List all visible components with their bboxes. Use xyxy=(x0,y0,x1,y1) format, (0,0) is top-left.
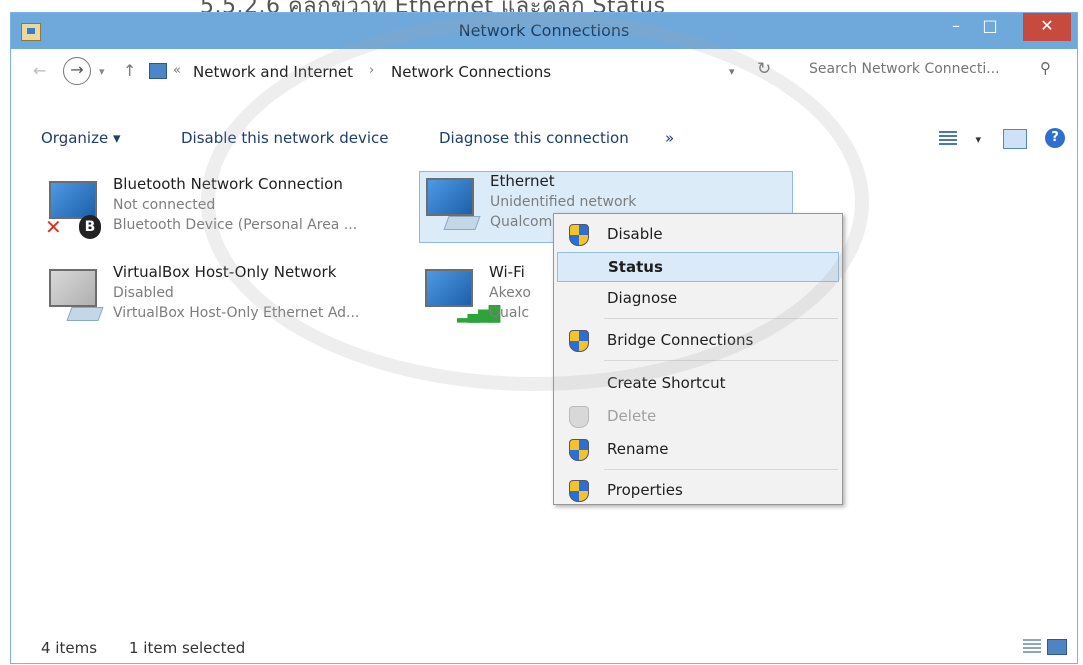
menu-item-label: Diagnose xyxy=(607,289,678,307)
breadcrumb-overflow[interactable]: « xyxy=(173,63,181,78)
diagnose-connection-button[interactable]: Diagnose this connection xyxy=(439,129,629,147)
menu-item-rename[interactable]: Rename xyxy=(557,435,839,465)
network-cable-icon xyxy=(443,216,481,230)
breadcrumb-network-connections[interactable]: Network Connections xyxy=(391,63,551,81)
close-button[interactable]: ✕ xyxy=(1023,13,1071,41)
help-icon[interactable]: ? xyxy=(1045,128,1065,148)
menu-item-label: Disable xyxy=(607,225,663,243)
list-item[interactable]: ✕ B Bluetooth Network Connection Not con… xyxy=(43,175,403,245)
item-status: Disabled xyxy=(113,285,174,301)
shield-icon xyxy=(569,480,589,502)
minimize-button[interactable]: – xyxy=(939,13,973,41)
menu-item-create-shortcut[interactable]: Create Shortcut xyxy=(557,369,839,399)
wifi-icon: ▂▄▆█ xyxy=(425,267,500,325)
monitor-icon xyxy=(49,269,97,307)
status-bar: 4 items 1 item selected xyxy=(11,633,1077,663)
search-input[interactable] xyxy=(799,55,1031,83)
address-dropdown-button[interactable]: ▾ xyxy=(729,65,735,78)
bluetooth-network-icon: ✕ B xyxy=(45,179,101,239)
menu-separator xyxy=(604,469,838,470)
context-menu: Disable Status Diagnose Bridge Connectio… xyxy=(553,213,843,505)
view-options-dropdown[interactable]: ▾ xyxy=(975,133,981,146)
menu-item-label: Rename xyxy=(607,440,669,458)
shield-icon xyxy=(569,439,589,461)
menu-item-bridge-connections[interactable]: Bridge Connections xyxy=(557,326,839,356)
item-name: Wi-Fi xyxy=(489,263,525,281)
organize-button[interactable]: Organize ▾ xyxy=(41,129,121,147)
preview-pane-icon[interactable] xyxy=(1003,129,1027,149)
menu-item-label: Bridge Connections xyxy=(607,331,754,349)
menu-item-label: Delete xyxy=(607,407,657,425)
menu-item-disable[interactable]: Disable xyxy=(557,220,839,250)
ethernet-icon xyxy=(426,176,481,234)
title-bar: Network Connections – □ ✕ xyxy=(11,13,1077,49)
details-view-icon[interactable] xyxy=(1023,639,1041,653)
address-bar: ← → ▾ ↑ « Network and Internet › Network… xyxy=(11,49,1077,93)
item-name: Bluetooth Network Connection xyxy=(113,175,343,193)
item-device: Qualc xyxy=(489,305,530,321)
breadcrumb-network-and-internet[interactable]: Network and Internet xyxy=(193,63,353,81)
shield-icon xyxy=(569,224,589,246)
disable-device-button[interactable]: Disable this network device xyxy=(181,129,389,147)
monitor-icon xyxy=(49,181,97,219)
menu-separator xyxy=(604,318,838,319)
network-connections-window: Network Connections – □ ✕ ← → ▾ ↑ « Netw… xyxy=(10,12,1078,664)
disconnected-icon: ✕ xyxy=(45,215,62,239)
bluetooth-icon: B xyxy=(79,215,101,239)
menu-item-delete[interactable]: Delete xyxy=(557,402,839,432)
monitor-icon xyxy=(426,178,474,216)
list-item[interactable]: ▂▄▆█ Wi-Fi Akexo Qualc xyxy=(419,263,559,333)
change-view-icon[interactable] xyxy=(939,131,957,145)
selection-count: 1 item selected xyxy=(129,639,246,657)
maximize-button[interactable]: □ xyxy=(973,13,1007,41)
item-name: VirtualBox Host-Only Network xyxy=(113,263,337,281)
item-name: Ethernet xyxy=(490,172,555,190)
monitor-icon xyxy=(425,269,473,307)
control-panel-icon xyxy=(149,63,167,79)
recent-locations-button[interactable]: ▾ xyxy=(99,65,105,78)
refresh-button[interactable]: ↻ xyxy=(757,59,771,79)
item-status: Akexo xyxy=(489,285,531,301)
menu-item-label: Create Shortcut xyxy=(607,374,726,392)
item-status: Not connected xyxy=(113,197,216,213)
item-status: Unidentified network xyxy=(490,194,637,210)
shield-icon xyxy=(569,406,589,428)
command-bar: Organize ▾ Disable this network device D… xyxy=(11,125,1077,159)
tiles-view-icon[interactable] xyxy=(1047,639,1067,655)
window-title: Network Connections xyxy=(458,21,630,40)
search-box: ⚲ xyxy=(799,55,1061,85)
menu-item-label: Status xyxy=(608,258,663,276)
menu-item-label: Properties xyxy=(607,481,683,499)
menu-separator xyxy=(604,360,838,361)
item-count: 4 items xyxy=(41,639,98,657)
more-commands-button[interactable]: » xyxy=(665,129,674,147)
network-cable-icon xyxy=(66,307,104,321)
menu-item-diagnose[interactable]: Diagnose xyxy=(557,284,839,314)
list-item[interactable]: VirtualBox Host-Only Network Disabled Vi… xyxy=(43,263,403,333)
forward-button[interactable]: → xyxy=(63,57,91,85)
menu-item-properties[interactable]: Properties xyxy=(557,476,839,506)
item-device: VirtualBox Host-Only Ethernet Ad... xyxy=(113,305,360,321)
menu-item-status[interactable]: Status xyxy=(557,252,839,282)
search-icon[interactable]: ⚲ xyxy=(1040,59,1051,77)
item-device: Bluetooth Device (Personal Area ... xyxy=(113,217,358,233)
virtualbox-network-icon xyxy=(49,267,104,325)
breadcrumb-separator[interactable]: › xyxy=(369,63,374,78)
shield-icon xyxy=(569,330,589,352)
back-button[interactable]: ← xyxy=(33,61,46,80)
up-button[interactable]: ↑ xyxy=(123,61,136,80)
